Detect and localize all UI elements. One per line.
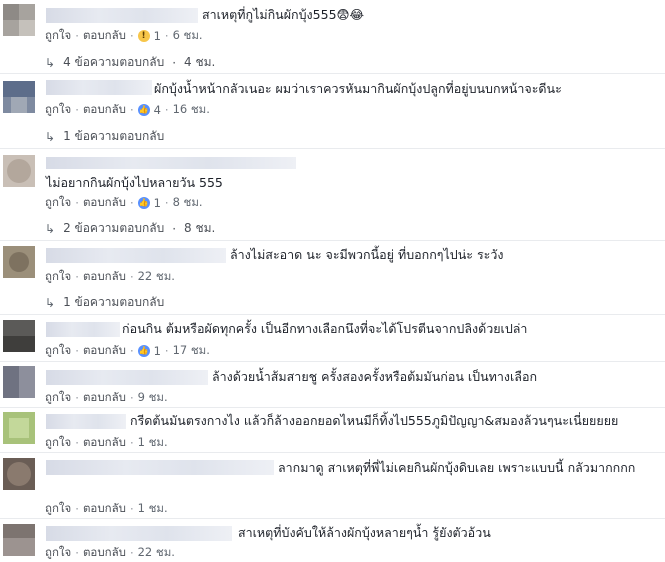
comment-text: ล้างด้วยน้ำส้มสายชู ครั้งสองครั้งหรือต้ม… — [212, 369, 538, 384]
comment-text: ลากมาดู สาเหตุที่พี่ไม่เคยกินผักบุ้งดิบเ… — [278, 460, 636, 475]
comment-text: ผักบุ้งน้ำหน้ากลัวเนอะ ผมว่าเราควรหันมาก… — [154, 81, 562, 96]
like-link[interactable]: ถูกใจ — [45, 342, 71, 360]
replies-link[interactable]: 2 ข้อความตอบกลับ — [63, 219, 164, 238]
divider — [0, 148, 665, 149]
replies-time: 8 ชม. — [184, 221, 216, 235]
reaction-count[interactable]: 4 — [154, 103, 161, 117]
avatar[interactable] — [3, 320, 35, 352]
view-replies[interactable]: ↳ 1 ข้อความตอบกลับ — [45, 127, 164, 146]
commenter-name[interactable] — [46, 157, 296, 169]
avatar[interactable] — [3, 458, 35, 490]
like-link[interactable]: ถูกใจ — [45, 27, 71, 45]
commenter-name[interactable] — [46, 80, 152, 95]
comment-actions: ถูกใจ · ตอบกลับ · ! 1 · 6 ชม. — [45, 27, 203, 45]
divider — [0, 240, 665, 241]
reply-link[interactable]: ตอบกลับ — [83, 544, 126, 562]
replies-link[interactable]: 4 ข้อความตอบกลับ — [63, 53, 164, 72]
divider — [0, 73, 665, 74]
reply-link[interactable]: ตอบกลับ — [83, 389, 126, 407]
comment-actions: ถูกใจ · ตอบกลับ · 1 ชม. — [45, 500, 168, 518]
avatar[interactable] — [3, 246, 35, 278]
reply-link[interactable]: ตอบกลับ — [83, 342, 126, 360]
avatar[interactable] — [3, 524, 35, 556]
reply-link[interactable]: ตอบกลับ — [83, 434, 126, 452]
commenter-name[interactable] — [46, 526, 232, 541]
reaction-count[interactable]: 1 — [154, 29, 161, 43]
divider — [0, 314, 665, 315]
commenter-name[interactable] — [46, 370, 208, 385]
commenter-name[interactable] — [46, 8, 198, 23]
replies-link[interactable]: 1 ข้อความตอบกลับ — [63, 293, 164, 312]
reply-link[interactable]: ตอบกลับ — [83, 101, 126, 119]
reply-link[interactable]: ตอบกลับ — [83, 27, 126, 45]
comment-time[interactable]: 1 ชม. — [138, 434, 168, 452]
reply-link[interactable]: ตอบกลับ — [83, 194, 126, 212]
reply-arrow-icon: ↳ — [45, 129, 56, 144]
comment-text: ล้างไม่สะอาด นะ จะมีพวกนี้อยู่ ที่บอกกๆไ… — [230, 247, 504, 262]
comment-time[interactable]: 17 ชม. — [173, 342, 210, 360]
avatar[interactable] — [3, 4, 35, 36]
view-replies[interactable]: ↳ 4 ข้อความตอบกลับ · 4 ชม. — [45, 53, 215, 72]
replies-time: 4 ชม. — [184, 55, 216, 69]
divider — [0, 452, 665, 453]
like-link[interactable]: ถูกใจ — [45, 434, 71, 452]
reply-link[interactable]: ตอบกลับ — [83, 268, 126, 286]
like-reaction-icon[interactable]: 👍 — [137, 104, 150, 116]
comment-actions: ถูกใจ · ตอบกลับ · 👍 4 · 16 ชม. — [45, 101, 210, 119]
comment-actions: ถูกใจ · ตอบกลับ · 22 ชม. — [45, 544, 175, 562]
like-link[interactable]: ถูกใจ — [45, 544, 71, 562]
reply-arrow-icon: ↳ — [45, 221, 56, 236]
view-replies[interactable]: ↳ 2 ข้อความตอบกลับ · 8 ชม. — [45, 219, 215, 238]
divider — [0, 407, 665, 408]
commenter-name[interactable] — [46, 248, 226, 263]
comment-text: กรีดต้นมันตรงกางไง แล้วก็ล้างออกยอดไหนมี… — [130, 413, 619, 428]
comment-actions: ถูกใจ · ตอบกลับ · 9 ชม. — [45, 389, 168, 407]
avatar[interactable] — [3, 155, 35, 187]
comment-text: สาเหตุที่บังคับให้ล้างผักบุ้งหลายๆน้ำ รู… — [238, 525, 491, 540]
reaction-count[interactable]: 1 — [154, 196, 161, 210]
divider — [0, 518, 665, 519]
like-reaction-icon[interactable]: 👍 — [137, 345, 150, 357]
like-link[interactable]: ถูกใจ — [45, 268, 71, 286]
avatar[interactable] — [3, 412, 35, 444]
comment-actions: ถูกใจ · ตอบกลับ · 👍 1 · 17 ชม. — [45, 342, 210, 360]
comment-time[interactable]: 9 ชม. — [138, 389, 168, 407]
like-link[interactable]: ถูกใจ — [45, 194, 71, 212]
wow-reaction-icon[interactable]: ! — [137, 30, 150, 42]
avatar[interactable] — [3, 81, 35, 113]
reply-arrow-icon: ↳ — [45, 55, 56, 70]
like-link[interactable]: ถูกใจ — [45, 389, 71, 407]
view-replies[interactable]: ↳ 1 ข้อความตอบกลับ — [45, 293, 164, 312]
reaction-count[interactable]: 1 — [154, 344, 161, 358]
comment-time[interactable]: 6 ชม. — [173, 27, 203, 45]
like-reaction-icon[interactable]: 👍 — [137, 197, 150, 209]
comment-time[interactable]: 16 ชม. — [173, 101, 210, 119]
comment-text: สาเหตุที่กูไม่กินผักบุ้ง555😨😂 — [202, 7, 365, 22]
comment-time[interactable]: 22 ชม. — [138, 544, 175, 562]
commenter-name[interactable] — [46, 322, 120, 337]
reply-link[interactable]: ตอบกลับ — [83, 500, 126, 518]
comment-actions: ถูกใจ · ตอบกลับ · 1 ชม. — [45, 434, 168, 452]
comment-text: ก่อนกิน ต้มหรือผัดทุกครั้ง เป็นอีกทางเลื… — [122, 321, 528, 336]
like-link[interactable]: ถูกใจ — [45, 500, 71, 518]
replies-link[interactable]: 1 ข้อความตอบกลับ — [63, 127, 164, 146]
comment-text: ไม่อยากกินผักบุ้งไปหลายวัน 555 — [46, 175, 223, 190]
commenter-name[interactable] — [46, 414, 126, 429]
comment-time[interactable]: 1 ชม. — [138, 500, 168, 518]
divider — [0, 361, 665, 362]
avatar[interactable] — [3, 366, 35, 398]
comment-actions: ถูกใจ · ตอบกลับ · 22 ชม. — [45, 268, 175, 286]
comment-time[interactable]: 22 ชม. — [138, 268, 175, 286]
comment-actions: ถูกใจ · ตอบกลับ · 👍 1 · 8 ชม. — [45, 194, 203, 212]
reply-arrow-icon: ↳ — [45, 295, 56, 310]
comment-time[interactable]: 8 ชม. — [173, 194, 203, 212]
like-link[interactable]: ถูกใจ — [45, 101, 71, 119]
